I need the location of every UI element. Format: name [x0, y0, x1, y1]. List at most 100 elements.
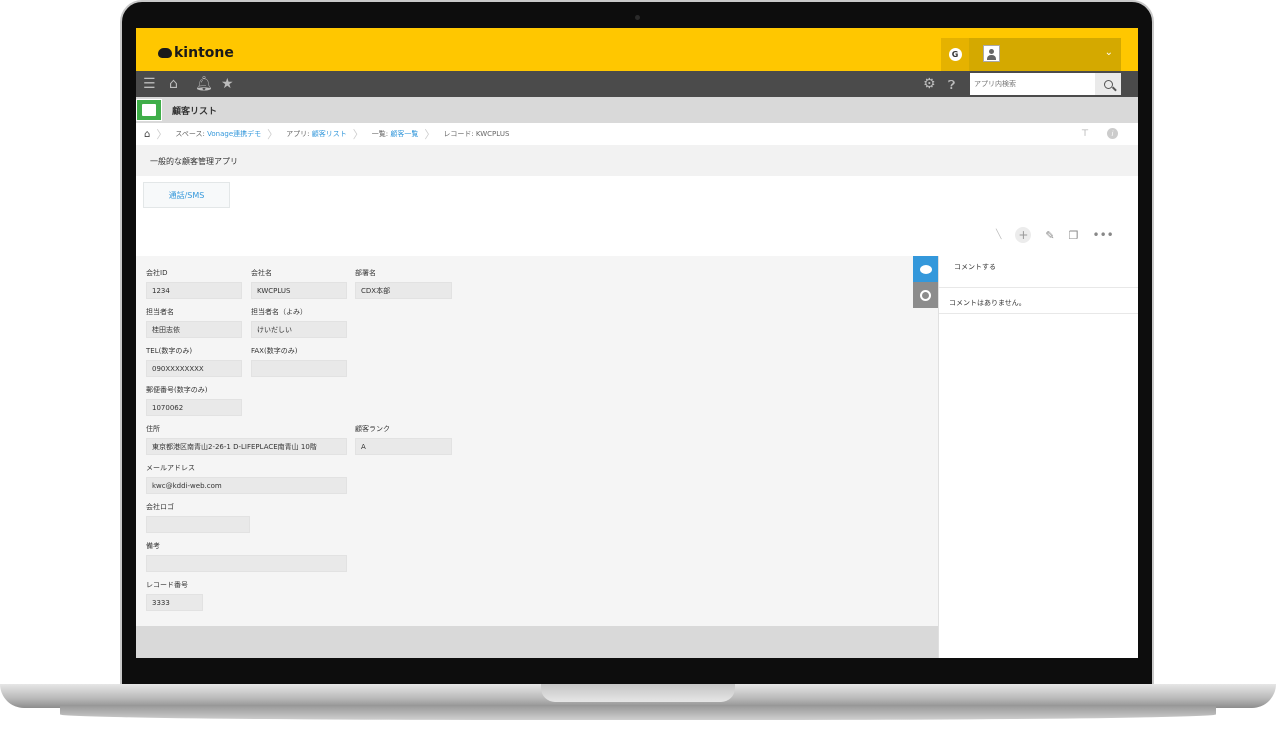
star-icon[interactable]: ★	[221, 76, 234, 92]
field-email: メールアドレス kwc@kddi-web.com	[146, 463, 347, 494]
search-button[interactable]	[1095, 73, 1121, 95]
list-link[interactable]: 顧客一覧	[390, 129, 418, 139]
app-screen: kintone G ⌄ ☰ ⌂ 🔔︎ ★ ⚙ ❓︎ 顧客リスト ⌂〉 スペース:…	[136, 28, 1138, 658]
app-link[interactable]: 顧客リスト	[312, 129, 347, 139]
top-header: kintone G ⌄	[136, 28, 1138, 71]
side-tabs	[913, 256, 938, 308]
field-label: 会社ロゴ	[146, 503, 174, 511]
field-value: A	[355, 438, 452, 455]
field-label: TEL(数字のみ)	[146, 347, 193, 355]
app-description-bar: 一般的な顧客管理アプリ	[136, 145, 1138, 176]
field-label: FAX(数字のみ)	[251, 347, 298, 355]
space-link[interactable]: Vonage連携デモ	[207, 129, 261, 139]
guest-space-button[interactable]: G	[941, 38, 969, 71]
field-label: 部署名	[355, 269, 376, 277]
field-label: 担当者名（よみ）	[251, 308, 307, 316]
field-address: 住所 東京都港区南青山2-26-1 D-LIFEPLACE南青山 10階	[146, 424, 347, 455]
field-contact: 担当者名 桂田志依	[146, 307, 242, 338]
breadcrumb-app: アプリ: 顧客リスト〉	[286, 128, 364, 141]
field-value: けいだしい	[251, 321, 347, 338]
field-label: メールアドレス	[146, 464, 195, 472]
bell-icon[interactable]: 🔔︎	[195, 76, 213, 92]
field-record-no: レコード番号 3333	[146, 580, 203, 611]
field-label: 会社名	[251, 269, 272, 277]
breadcrumb-home[interactable]: ⌂ 〉	[136, 123, 167, 145]
field-value: 3333	[146, 594, 203, 611]
breadcrumb-list: 一覧: 顧客一覧〉	[371, 128, 436, 141]
call-sms-button[interactable]: 通話/SMS	[143, 182, 230, 208]
copy-icon[interactable]: ❐	[1069, 229, 1079, 242]
breadcrumb-record: レコード: KWCPLUS	[435, 123, 509, 145]
field-contact-kana: 担当者名（よみ） けいだしい	[251, 307, 347, 338]
field-label: レコード番号	[146, 581, 188, 589]
field-label: 会社ID	[146, 269, 168, 277]
user-avatar-icon	[983, 45, 1000, 62]
breadcrumb-space: スペース: Vonage連携デモ〉	[175, 128, 279, 141]
field-value: 桂田志依	[146, 321, 242, 338]
pin-icon[interactable]: ⊤	[1081, 129, 1089, 139]
app-icon[interactable]	[136, 99, 162, 121]
app-title-bar: 顧客リスト	[136, 97, 1138, 123]
field-value	[251, 360, 347, 377]
app-description: 一般的な顧客管理アプリ	[150, 157, 238, 166]
field-value: CDX本部	[355, 282, 452, 299]
chevron-down-icon: ⌄	[1104, 47, 1113, 58]
search-icon	[1103, 79, 1113, 89]
kintone-logo[interactable]: kintone	[158, 45, 234, 61]
edit-icon[interactable]: ✎	[1045, 229, 1054, 242]
space-prefix: スペース:	[175, 130, 205, 138]
add-record-icon[interactable]: +	[1015, 227, 1032, 243]
field-value: KWCPLUS	[251, 282, 347, 299]
field-label: 備考	[146, 542, 160, 550]
record-toolbar: ╲ + ✎ ❐ •••	[996, 225, 1114, 245]
user-menu[interactable]: ⌄	[969, 38, 1121, 71]
field-value: 090XXXXXXXX	[146, 360, 242, 377]
comment-tab[interactable]	[913, 256, 938, 282]
field-value	[146, 555, 347, 572]
history-tab[interactable]	[913, 282, 938, 308]
comment-input[interactable]: コメントする	[939, 256, 1138, 288]
field-tel: TEL(数字のみ) 090XXXXXXXX	[146, 346, 242, 377]
field-logo: 会社ロゴ	[146, 502, 250, 533]
field-value: 東京都港区南青山2-26-1 D-LIFEPLACE南青山 10階	[146, 438, 347, 455]
field-rank: 顧客ランク A	[355, 424, 452, 455]
menu-icon[interactable]: ☰	[143, 76, 156, 92]
field-label: 住所	[146, 425, 160, 433]
resize-handle-icon: ╲	[996, 230, 1002, 240]
home-icon: ⌂	[144, 128, 151, 140]
field-label: 郵便番号(数字のみ)	[146, 386, 208, 394]
laptop-base-bottom	[60, 706, 1216, 720]
more-options-icon[interactable]: •••	[1093, 228, 1114, 242]
app-title[interactable]: 顧客リスト	[172, 104, 217, 117]
list-prefix: 一覧:	[371, 130, 389, 138]
app-search-input[interactable]	[970, 73, 1095, 95]
footer-strip	[136, 626, 938, 658]
field-company-id: 会社ID 1234	[146, 268, 242, 299]
field-company-name: 会社名 KWCPLUS	[251, 268, 347, 299]
guest-initial: G	[948, 48, 962, 61]
info-icon[interactable]: i	[1107, 128, 1118, 139]
divider	[939, 313, 1138, 314]
camera	[635, 15, 640, 20]
logo-text: kintone	[174, 45, 234, 61]
no-comment-text: コメントはありません。	[949, 299, 1026, 307]
field-zip: 郵便番号(数字のみ) 1070062	[146, 385, 242, 416]
app-prefix: アプリ:	[286, 130, 310, 138]
field-fax: FAX(数字のみ)	[251, 346, 347, 377]
history-icon	[920, 289, 931, 301]
field-value	[146, 516, 250, 533]
help-icon[interactable]: ❓︎	[948, 77, 955, 93]
home-icon[interactable]: ⌂	[169, 76, 178, 92]
breadcrumb-actions: ⊤ i	[1081, 128, 1118, 139]
field-value: 1070062	[146, 399, 242, 416]
breadcrumb: ⌂ 〉 スペース: Vonage連携デモ〉 アプリ: 顧客リスト〉 一覧: 顧客一…	[136, 123, 1138, 145]
field-value: kwc@kddi-web.com	[146, 477, 347, 494]
laptop-notch	[541, 684, 735, 702]
record-label: レコード: KWCPLUS	[443, 130, 510, 138]
record-detail-area: 会社ID 1234 会社名 KWCPLUS 部署名 CDX本部 担当者名 桂田志…	[136, 256, 938, 626]
field-value: 1234	[146, 282, 242, 299]
gear-icon[interactable]: ⚙	[923, 76, 936, 92]
field-department: 部署名 CDX本部	[355, 268, 452, 299]
comment-icon	[919, 264, 932, 274]
comment-panel: コメントする コメントはありません。	[938, 256, 1138, 658]
